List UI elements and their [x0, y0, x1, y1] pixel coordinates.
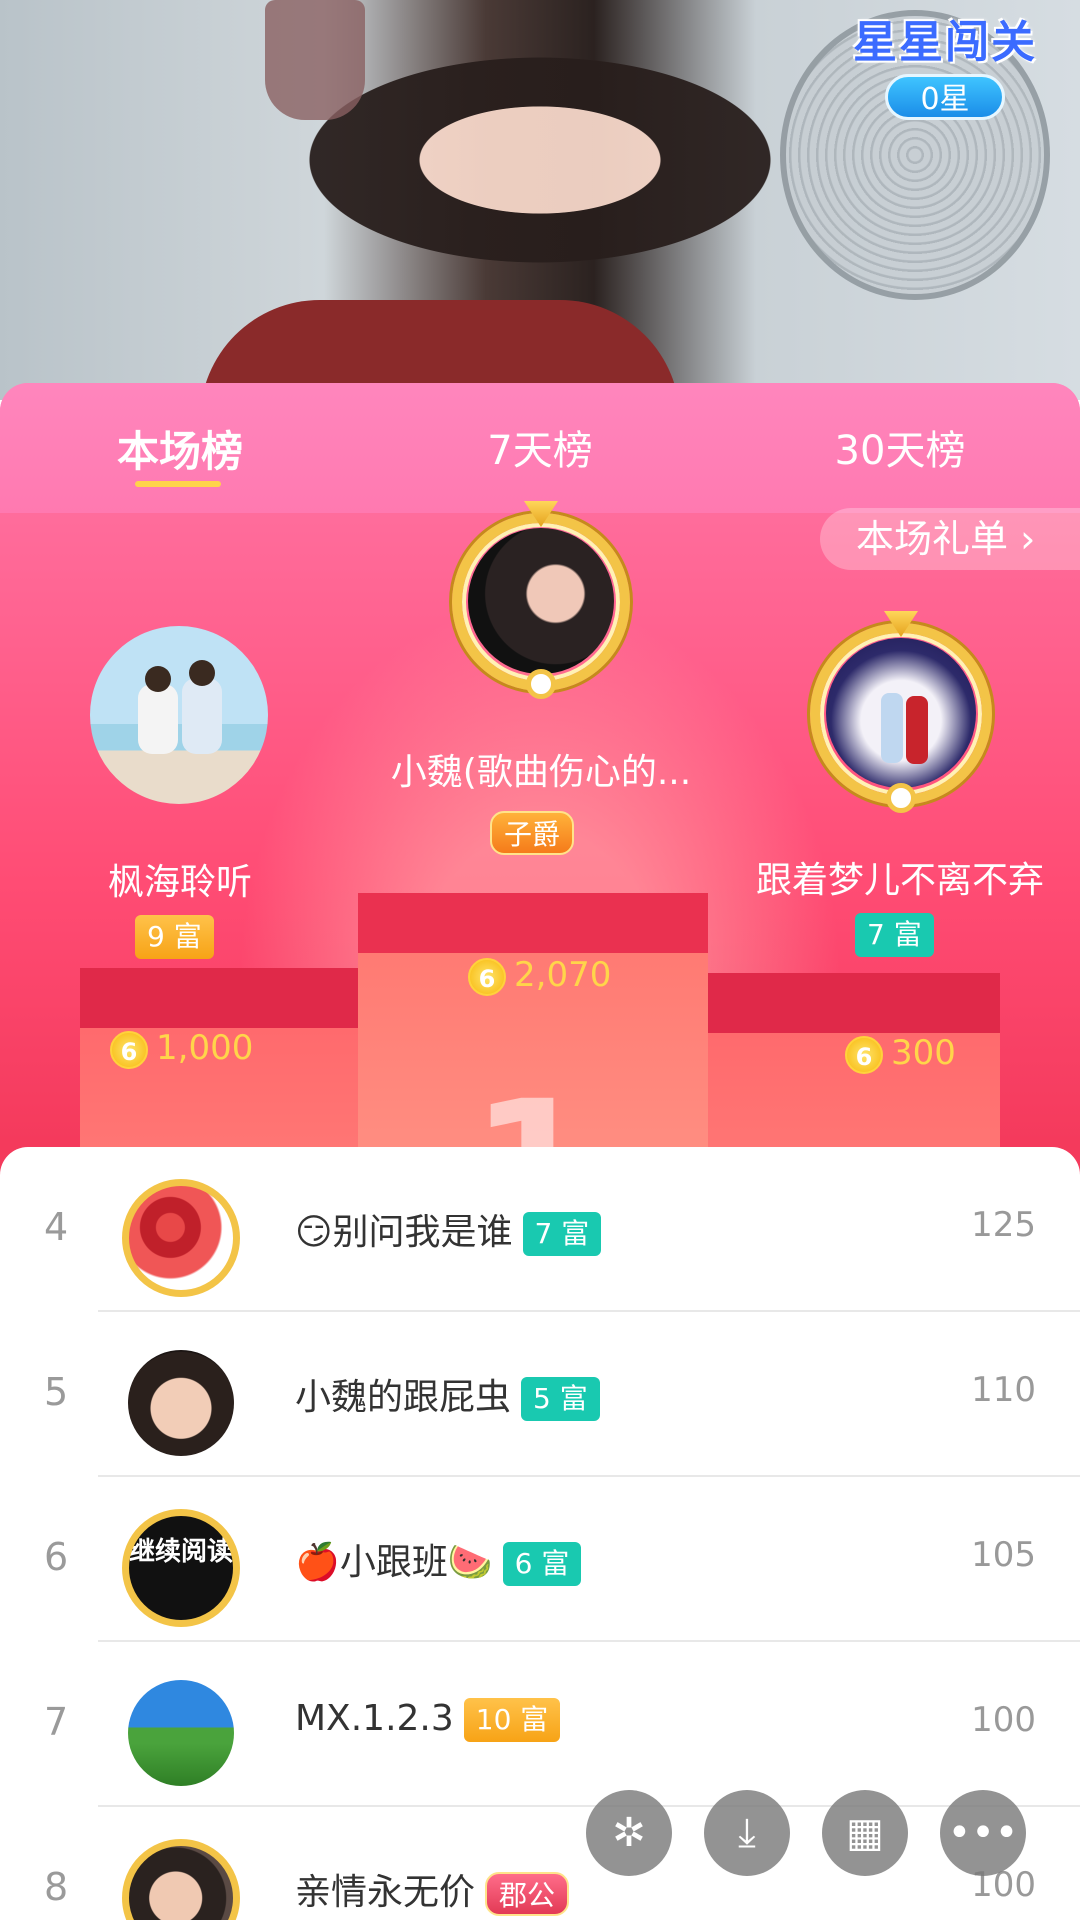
- contribution-value: 125: [971, 1205, 1036, 1245]
- live-video[interactable]: 星星闯关 0星: [0, 0, 1080, 400]
- download-button[interactable]: ⤓: [704, 1790, 790, 1876]
- contribution-value: 105: [971, 1535, 1036, 1575]
- list-item[interactable]: 4 😏别问我是谁 7 富 125: [0, 1147, 1080, 1312]
- share-icon: ✲: [612, 1810, 646, 1856]
- rank-number: 8: [44, 1865, 69, 1909]
- score-third: 6 300: [845, 1033, 956, 1074]
- tab-30-days[interactable]: 30天榜: [770, 418, 1030, 476]
- title-badge-first: 子爵: [490, 811, 575, 855]
- more-button[interactable]: •••: [940, 1790, 1026, 1876]
- user-name: 小魏的跟屁虫 5 富: [295, 1368, 600, 1421]
- gold-frame: [122, 1179, 240, 1297]
- avatar-second[interactable]: [90, 626, 268, 804]
- coin-icon: 6: [845, 1035, 883, 1074]
- user-name: 🍎小跟班🍉 6 富: [295, 1533, 582, 1586]
- tab-this-session[interactable]: 本场榜: [50, 418, 310, 479]
- score-first: 6 2,070: [468, 955, 611, 996]
- list-item[interactable]: 6 继续阅读 🍎小跟班🍉 6 富 105: [0, 1477, 1080, 1642]
- wealth-badge: 6 富: [502, 1542, 582, 1586]
- more-icon: •••: [947, 1810, 1019, 1856]
- star-challenge-badge[interactable]: 星星闯关 0星: [850, 6, 1040, 120]
- share-button[interactable]: ✲: [586, 1790, 672, 1876]
- rank-number: 6: [44, 1535, 69, 1579]
- coin-icon: 6: [468, 957, 506, 996]
- gold-frame-first: [452, 501, 630, 699]
- star-challenge-title: 星星闯关: [853, 17, 1037, 68]
- name-second: 枫海聆听: [107, 862, 252, 903]
- avatar[interactable]: [128, 1350, 234, 1456]
- user-name: 亲情永无价 郡公: [295, 1863, 570, 1916]
- wealth-badge-third: 7 富: [855, 913, 934, 957]
- user-name: MX.1.2.3 10 富: [295, 1698, 561, 1742]
- score-second: 6 1,000: [110, 1028, 253, 1069]
- background-lamp: [265, 0, 365, 120]
- tab-7-days[interactable]: 7天榜: [410, 418, 670, 476]
- wealth-badge: 7 富: [522, 1212, 602, 1256]
- wealth-badge-second: 9 富: [135, 915, 214, 959]
- contribution-value: 100: [971, 1700, 1036, 1740]
- grid-menu-button[interactable]: ▦: [822, 1790, 908, 1876]
- contribution-value: 110: [971, 1370, 1036, 1410]
- wealth-badge: 10 富: [463, 1698, 561, 1742]
- gift-list-link[interactable]: 本场礼单 ›: [820, 508, 1080, 570]
- avatar[interactable]: [128, 1680, 234, 1786]
- list-item[interactable]: 8 亲情永无价 郡公 100: [0, 1807, 1080, 1920]
- name-first: 小魏(歌曲伤心的...: [390, 752, 692, 793]
- rank-number: 5: [44, 1370, 69, 1414]
- grid-icon: ▦: [846, 1810, 884, 1856]
- gold-frame: [122, 1509, 240, 1627]
- gold-frame: [122, 1839, 240, 1920]
- ranking-list: 4 😏别问我是谁 7 富 125 5 小魏的跟屁虫 5 富 110 6 继续阅读 🍎…: [0, 1147, 1080, 1920]
- wealth-badge: 5 富: [521, 1377, 600, 1421]
- list-item[interactable]: 5 小魏的跟屁虫 5 富 110: [0, 1312, 1080, 1477]
- download-icon: ⤓: [738, 1810, 756, 1856]
- rank-number: 7: [44, 1700, 69, 1744]
- ranking-tabs: 本场榜 7天榜 30天榜: [0, 383, 1080, 513]
- rank-number: 4: [44, 1205, 69, 1249]
- coin-icon: 6: [110, 1030, 148, 1069]
- list-item[interactable]: 7 MX.1.2.3 10 富 100: [0, 1642, 1080, 1807]
- active-tab-indicator: [135, 481, 221, 487]
- user-name: 😏别问我是谁 7 富: [295, 1203, 602, 1256]
- gold-frame-third: [810, 611, 992, 813]
- title-badge: 郡公: [485, 1872, 570, 1916]
- star-count: 0星: [885, 74, 1005, 120]
- name-third: 跟着梦儿不离不弃: [755, 860, 1044, 901]
